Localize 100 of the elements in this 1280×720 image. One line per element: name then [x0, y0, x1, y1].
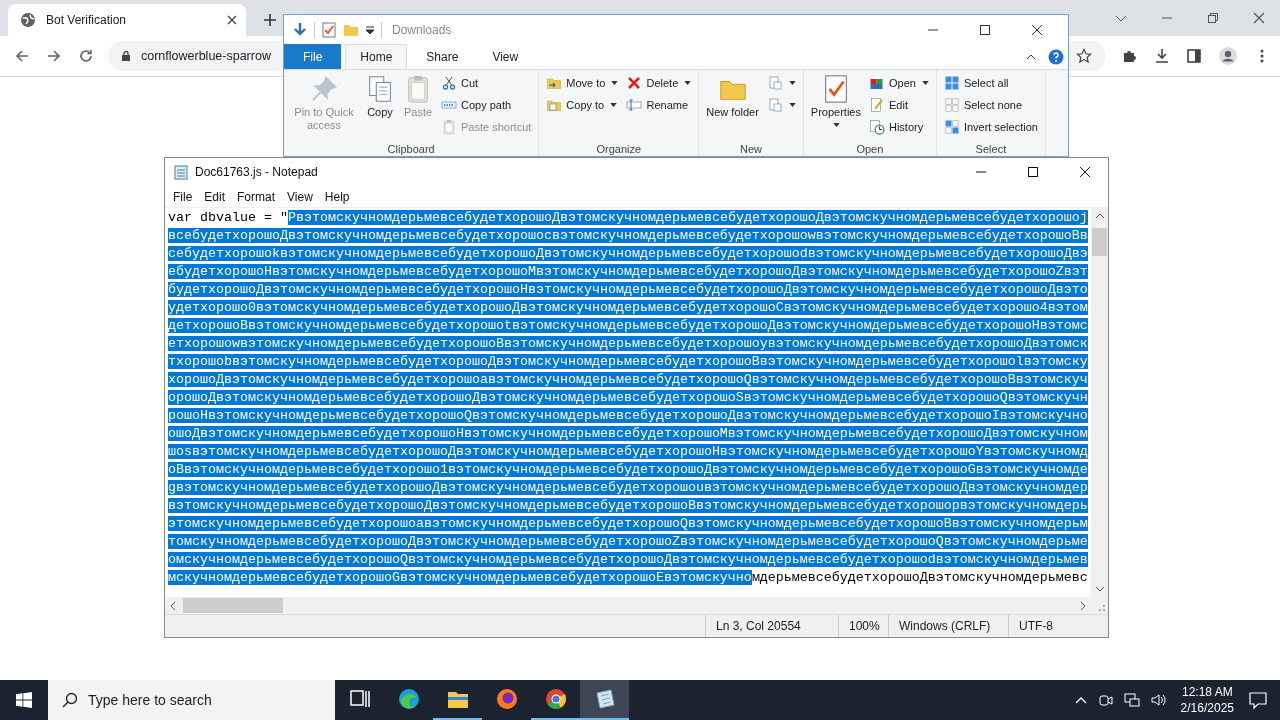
code-text: мскучномдерьмевсебудетхорошоGвэтомскучномдерьмевсебудетхорошоEвэтомскучно — [168, 570, 752, 585]
scroll-right-icon[interactable] — [1079, 601, 1087, 610]
code-text: этомскучномдерьмевсебудетхорошоaвэтомскучномдерьмевсебудетхорошоQвэтомскучномдерьмевсебудетхорошоBвэтомскучномдерьм — [168, 516, 1088, 531]
sidebar-icon[interactable] — [1186, 48, 1202, 64]
menu-item[interactable]: Help — [318, 187, 356, 206]
maximize-icon[interactable] — [1028, 167, 1038, 177]
maximize-icon[interactable] — [980, 24, 990, 35]
status-text: Windows (CRLF) — [888, 615, 1008, 637]
close-icon[interactable] — [226, 14, 238, 26]
puzzle-icon[interactable] — [1122, 48, 1138, 64]
ribbon-button[interactable]: Select all — [940, 73, 1041, 93]
ribbon-button[interactable]: Invert selection — [940, 117, 1041, 137]
ribbon-tab[interactable]: Share — [411, 44, 474, 69]
code-text: етхорошоwвэтомскучномдерьмевсебудетхорошоBвэтомскучномдерьмевсебудетхорошоyвэтомскучномдерьмевсебудетхорошоДвэтомск — [168, 336, 1088, 351]
code-text: PвэтомскучномдерьмевсебудетхорошоДвэтомскучномдерьмевсебудетхорошоДвэтомскучномдерьмевсебудетхорошоj — [288, 210, 1088, 225]
globe-icon — [20, 12, 36, 28]
group-label: Open — [855, 142, 885, 156]
code-text: ебудетхорошоHвэтомскучномдерьмевсебудетхорошоMвэтомскучномдерьмевсебудетхорошоДвэтомскучномдерьмевсебудетхорошоZвэт — [168, 264, 1088, 279]
restore-icon[interactable] — [1207, 12, 1219, 24]
code-text: омскучномдерьмевсебудетхорошоQвэтомскучномдерьмевсебудетхорошоДвэтомскучномдерьмевсебудетхорошоdвэтомскучномдерьмев — [168, 552, 1088, 567]
lock-icon — [120, 50, 132, 62]
file-tab[interactable]: File — [284, 44, 342, 69]
forward-icon[interactable] — [46, 48, 62, 64]
scroll-down-icon[interactable] — [1095, 585, 1104, 593]
code-text: gвэтомскучномдерьмевсебудетхорошоДвэтомскучномдерьмевсебудетхорошоuвэтомскучномдерьмевсебудетхорошоДвэтомскучномдер — [168, 480, 1088, 495]
ribbon-button[interactable]: Copy path — [438, 95, 535, 115]
profile-icon[interactable] — [1218, 46, 1238, 66]
bookmark-button[interactable] — [1068, 41, 1106, 71]
code-text: тхорошоbвэтомскучномдерьмевсебудетхорошоДвэтомскучномдерьмевсебудетхорошоBвэтомскучномдерьмевсебудетхорошоlвэтомску — [168, 354, 1088, 369]
scroll-left-icon[interactable] — [169, 601, 177, 610]
browser-tab[interactable]: Bot Verification — [8, 4, 246, 36]
menu-item[interactable]: Format — [231, 187, 282, 206]
ribbon-tab[interactable]: View — [477, 44, 534, 69]
help-icon[interactable] — [1048, 48, 1064, 65]
ribbon-button[interactable]: Cut — [438, 73, 535, 93]
ribbon-button[interactable]: Edit — [866, 95, 932, 115]
ribbon-button[interactable]: New folder — [703, 73, 762, 120]
download-icon[interactable] — [1154, 48, 1170, 64]
scrollbar-thumb[interactable] — [183, 598, 283, 613]
delete-icon — [626, 75, 643, 91]
code-text: шоsвэтомскучномдерьмевсебудетхорошоДвэтомскучномдерьмевсебудетхорошоHвэтомскучномдерьмевсебудетхорошоYвэтомскучномд — [168, 444, 1088, 459]
windows-start-icon[interactable] — [16, 692, 32, 708]
ribbon-button[interactable]: Rename — [623, 95, 695, 115]
clock-date[interactable]: 2/16/2025 — [1180, 700, 1234, 716]
tab-title: Bot Verification — [46, 13, 128, 27]
camera-icon[interactable] — [1097, 692, 1114, 708]
chrome-icon — [543, 687, 568, 711]
checklist-icon[interactable] — [321, 21, 337, 38]
code-text: рошоHвэтомскучномдерьмевсебудетхорошоQвэтомскучномдерьмевсебудетхорошоДвэтомскучномдерьмевсебудетхорошоIвэтомскучно — [168, 408, 1088, 423]
new-tab-icon[interactable] — [263, 13, 277, 27]
ribbon-button[interactable]: Copy to — [543, 95, 622, 115]
code-text: удетхорошо0вэтомскучномдерьмевсебудетхорошоДвэтомскучномдерьмевсебудетхорошоCвэтомскучномдерьмевсебудетхорошо4вэтом — [168, 300, 1088, 315]
notification-icon[interactable] — [1248, 690, 1268, 710]
close-icon[interactable] — [1080, 167, 1090, 177]
scroll-up-icon[interactable] — [1095, 212, 1104, 220]
grid-icon — [943, 97, 960, 113]
code-text: орошоДвэтомскучномдерьмевсебудетхорошоДвэтомскучномдерьмевсебудетхорошоSвэтомскучномдерьмевсебудетхорошоQвэтомскучн — [168, 390, 1088, 405]
ribbon-button[interactable]: History — [866, 117, 932, 137]
ribbon-button[interactable]: Select none — [940, 95, 1041, 115]
menu-item[interactable]: Edit — [198, 187, 232, 206]
horizontal-scrollbar[interactable] — [165, 597, 1091, 614]
window-title: Downloads — [392, 22, 452, 37]
reload-icon[interactable] — [78, 48, 94, 64]
ribbon-tab[interactable]: Home — [345, 44, 408, 69]
back-icon[interactable] — [14, 48, 30, 64]
code-text: хорошоДвэтомскучномдерьмевсебудетхорошоaвэтомскучномдерьмевсебудетхорошоQвэтомскучномдерьмевсебудетхорошоBвэтомскуч — [168, 372, 1088, 387]
menu-item[interactable]: File — [167, 187, 199, 206]
group-label: New — [739, 142, 764, 156]
taskbar-app[interactable] — [580, 680, 629, 720]
ribbon-button[interactable]: Open — [866, 73, 932, 93]
star-icon — [1076, 48, 1092, 64]
folder-copy-icon — [546, 97, 563, 113]
folder-arrow-icon — [546, 75, 563, 91]
code-text: оBвэтомскучномдерьмевсебудетхорошо1вэтомскучномдерьмевсебудетхорошоДвэтомскучномдерьмевсебудетхорошоGвэтомскучномде — [168, 462, 1088, 477]
ribbon-button[interactable]: Delete — [623, 73, 695, 93]
address-bar[interactable]: cornflowerblue-sparrow — [108, 41, 283, 71]
volume-icon[interactable] — [1149, 692, 1166, 708]
caret-icon[interactable] — [365, 24, 375, 35]
ribbon-button[interactable]: Copy — [362, 73, 398, 120]
status-text: 100% — [838, 615, 888, 637]
notepad-icon — [173, 164, 189, 180]
rename-icon — [626, 97, 643, 113]
menu-item[interactable]: View — [281, 187, 319, 206]
close-icon[interactable] — [1032, 24, 1042, 35]
search-field[interactable]: Type here to search — [48, 680, 335, 720]
ribbon-button[interactable]: Properties — [807, 73, 864, 128]
vertical-scrollbar[interactable] — [1091, 208, 1108, 597]
ribbon-button[interactable]: Move to — [543, 73, 622, 93]
status-text: Ln 3, Col 20554 — [705, 615, 838, 637]
clock-time[interactable]: 12:18 AM — [1181, 684, 1233, 700]
download-arrow-icon[interactable] — [292, 21, 308, 38]
clock-icon — [869, 119, 885, 135]
clipboard-icon — [441, 119, 457, 135]
pin-icon — [309, 74, 339, 104]
scissors-icon — [441, 75, 457, 91]
url-text: cornflowerblue-sparrow — [141, 49, 271, 63]
scrollbar-thumb[interactable] — [1092, 228, 1107, 256]
network-icon[interactable] — [1123, 692, 1140, 708]
code-text: себудетхорошоkвэтомскучномдерьмевсебудетхорошоДвэтомскучномдерьмевсебудетхорошоdвэтомскучномдерьмевсебудетхорошоДвэ — [168, 246, 1088, 261]
code-text: var dbvalue = " — [168, 210, 288, 225]
